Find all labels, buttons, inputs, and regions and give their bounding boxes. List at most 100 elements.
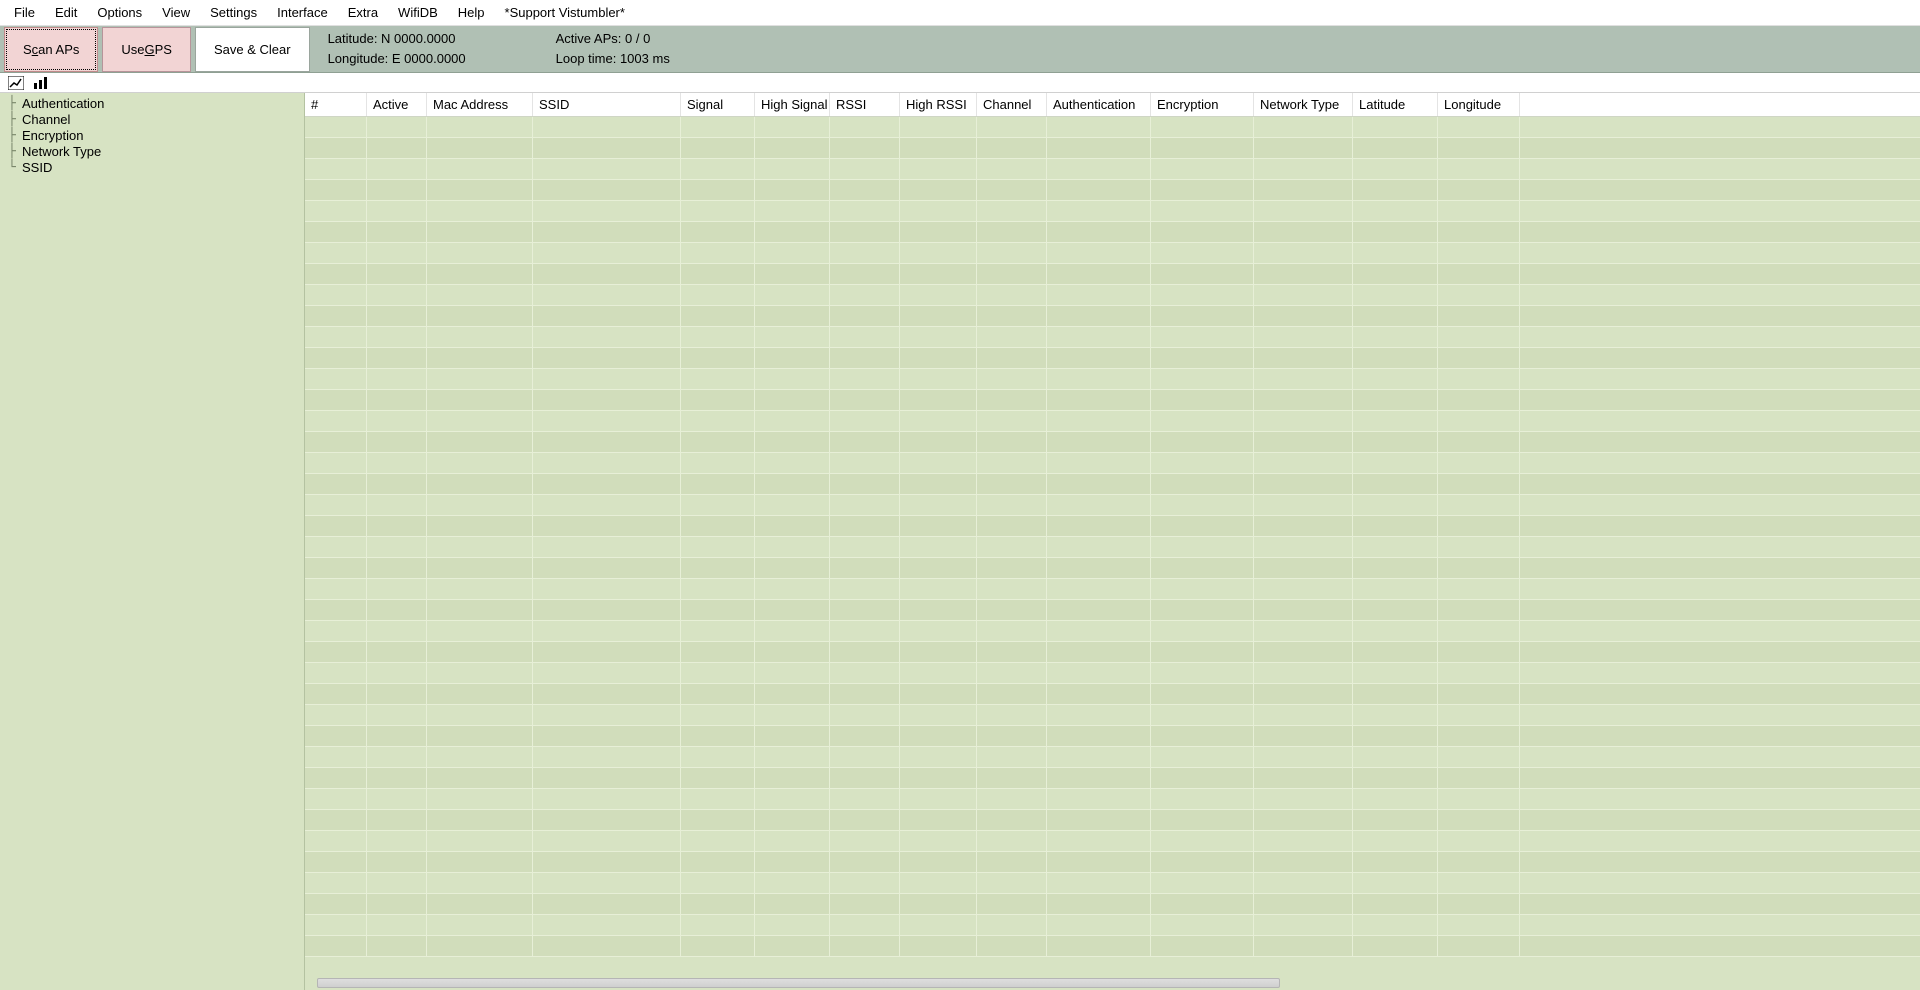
table-cell [1254,600,1353,620]
column-header-high_signal[interactable]: High Signal [755,93,830,116]
table-cell [977,810,1047,830]
save-clear-button[interactable]: Save & Clear [195,27,310,72]
column-header-latitude[interactable]: Latitude [1353,93,1438,116]
menu-interface[interactable]: Interface [267,3,338,22]
table-cell [1047,411,1151,431]
table-cell [533,642,681,662]
table-cell [305,201,367,221]
table-cell [1438,663,1520,683]
table-cell [1151,873,1254,893]
table-cell [830,348,900,368]
table-cell [900,768,977,788]
table-cell [977,705,1047,725]
table-cell [533,138,681,158]
table-cell [977,915,1047,935]
table-cell [1438,327,1520,347]
table-cell [977,117,1047,137]
table-cell [1353,747,1438,767]
table-cell [1151,705,1254,725]
tree-item-ssid[interactable]: └ SSID [0,159,304,175]
column-header-longitude[interactable]: Longitude [1438,93,1520,116]
menu-view[interactable]: View [152,3,200,22]
table-cell [1254,873,1353,893]
line-chart-icon[interactable] [8,76,24,90]
table-cell [305,306,367,326]
tree-item-label: Authentication [22,96,104,111]
column-header-auth[interactable]: Authentication [1047,93,1151,116]
toolbar: Scan APs Use GPS Save & Clear Latitude: … [0,26,1920,73]
table-cell [1047,222,1151,242]
column-header-num[interactable]: # [305,93,367,116]
table-cell [1151,474,1254,494]
menu-edit[interactable]: Edit [45,3,87,22]
table-cell [977,642,1047,662]
column-header-network_type[interactable]: Network Type [1254,93,1353,116]
column-header-rssi[interactable]: RSSI [830,93,900,116]
table-cell [1353,348,1438,368]
table-cell [900,894,977,914]
column-header-signal[interactable]: Signal [681,93,755,116]
table-cell [1438,915,1520,935]
table-cell [305,600,367,620]
table-cell [1151,600,1254,620]
table-cell [533,747,681,767]
table-row [305,495,1920,516]
menu-options[interactable]: Options [87,3,152,22]
menu-extra[interactable]: Extra [338,3,388,22]
table-cell [305,474,367,494]
menu-wifidb[interactable]: WifiDB [388,3,448,22]
table-cell [1254,159,1353,179]
table-cell [1047,159,1151,179]
column-header-ssid[interactable]: SSID [533,93,681,116]
table-cell [900,579,977,599]
table-cell [1353,810,1438,830]
horizontal-scrollbar[interactable] [317,978,1280,988]
column-header-high_rssi[interactable]: High RSSI [900,93,977,116]
tree-item-channel[interactable]: ├ Channel [0,111,304,127]
column-header-encryption[interactable]: Encryption [1151,93,1254,116]
table-cell [305,894,367,914]
table-cell [367,663,427,683]
menu-settings[interactable]: Settings [200,3,267,22]
menu-file[interactable]: File [4,3,45,22]
table-cell [830,747,900,767]
table-cell [977,789,1047,809]
column-header-mac[interactable]: Mac Address [427,93,533,116]
table-cell [977,747,1047,767]
table-row [305,789,1920,810]
table-cell [1151,138,1254,158]
table-cell [1254,327,1353,347]
grid-panel: #ActiveMac AddressSSIDSignalHigh SignalR… [305,93,1920,990]
menu-help[interactable]: Help [448,3,495,22]
table-cell [1438,474,1520,494]
table-cell [427,138,533,158]
table-cell [1353,936,1438,956]
table-cell [755,180,830,200]
table-cell [533,306,681,326]
tree-item-authentication[interactable]: ├ Authentication [0,95,304,111]
table-cell [1353,390,1438,410]
table-row [305,285,1920,306]
column-header-active[interactable]: Active [367,93,427,116]
table-cell [533,768,681,788]
tree-item-network-type[interactable]: ├ Network Type [0,143,304,159]
scan-aps-button[interactable]: Scan APs [4,27,98,72]
table-cell [1438,222,1520,242]
table-cell [1151,726,1254,746]
tree-item-encryption[interactable]: ├ Encryption [0,127,304,143]
table-cell [755,873,830,893]
table-cell [427,390,533,410]
table-cell [533,327,681,347]
table-row [305,474,1920,495]
table-cell [367,369,427,389]
menu-support[interactable]: *Support Vistumbler* [495,3,635,22]
table-cell [1254,201,1353,221]
table-cell [830,873,900,893]
table-cell [1438,390,1520,410]
column-header-channel[interactable]: Channel [977,93,1047,116]
table-cell [755,558,830,578]
table-cell [755,432,830,452]
use-gps-button[interactable]: Use GPS [102,27,191,72]
table-cell [1353,537,1438,557]
bar-chart-icon[interactable] [32,76,48,90]
